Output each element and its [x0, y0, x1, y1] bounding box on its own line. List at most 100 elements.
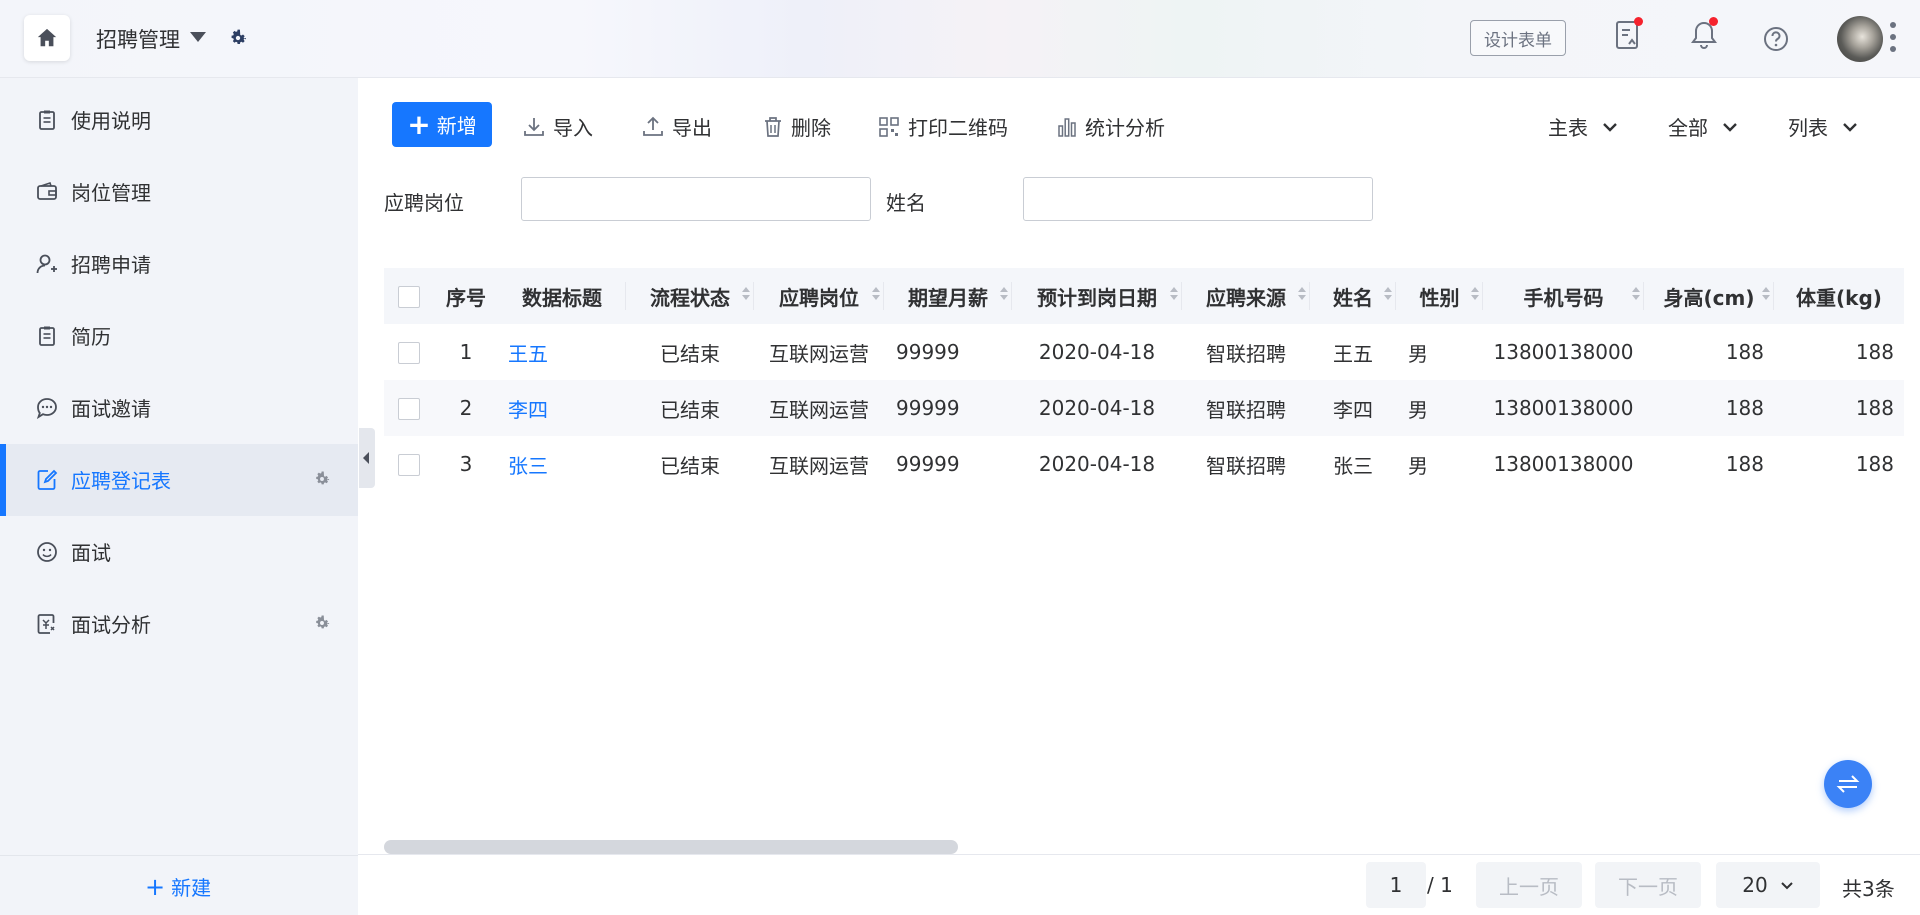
column-header[interactable]: 流程状态: [626, 268, 754, 324]
smile-icon: [37, 542, 57, 562]
column-header[interactable]: 期望月薪: [884, 268, 1012, 324]
cell-phone: 13800138000: [1493, 452, 1634, 476]
sort-icon[interactable]: [1298, 287, 1306, 303]
sort-icon[interactable]: [872, 287, 880, 303]
gear-icon[interactable]: [313, 614, 331, 632]
column-header[interactable]: 体重(kg): [1774, 268, 1904, 324]
cell-title-link[interactable]: 李四: [498, 380, 626, 436]
table-row[interactable]: 1 王五 已结束 互联网运营 99999 2020-04-18 智联招聘 王五 …: [384, 324, 1904, 380]
add-button[interactable]: + 新增: [392, 102, 492, 147]
next-page-button[interactable]: 下一页: [1595, 862, 1701, 908]
download-icon: [524, 117, 544, 136]
cell-weight: 188: [1855, 340, 1894, 364]
cell-title-link[interactable]: 张三: [498, 436, 626, 492]
cell-date: 2020-04-18: [1038, 452, 1156, 476]
column-header[interactable]: 姓名: [1310, 268, 1396, 324]
design-form-button[interactable]: 设计表单: [1470, 20, 1566, 56]
select-all-checkbox[interactable]: [398, 286, 420, 309]
cell-salary: 99999: [896, 340, 960, 364]
cell-source: 智联招聘: [1206, 453, 1286, 478]
stats-analysis-button[interactable]: 统计分析: [1057, 112, 1165, 141]
home-button[interactable]: [24, 15, 70, 61]
column-header[interactable]: 手机号码: [1483, 268, 1644, 324]
name-filter-input[interactable]: [1023, 177, 1373, 221]
row-checkbox[interactable]: [398, 342, 420, 365]
cell-position: 互联网运营: [769, 341, 869, 366]
cell-height: 188: [1725, 340, 1764, 364]
new-item-button[interactable]: + 新建: [145, 872, 211, 901]
print-qr-button[interactable]: 打印二维码: [878, 112, 1008, 141]
sidebar-item-instructions[interactable]: 使用说明: [0, 84, 358, 156]
swap-float-button[interactable]: [1824, 760, 1872, 808]
column-header[interactable]: 预计到岗日期: [1012, 268, 1182, 324]
current-page-input[interactable]: 1: [1366, 862, 1426, 908]
sidebar-item-interview-invite[interactable]: 面试邀请: [0, 372, 358, 444]
column-header[interactable]: 应聘来源: [1182, 268, 1310, 324]
chevron-down-icon: [1781, 881, 1793, 889]
sidebar-item-recruit-request[interactable]: 招聘申请: [0, 228, 358, 300]
position-filter-input[interactable]: [521, 177, 871, 221]
cell-gender: 男: [1408, 397, 1428, 422]
sort-icon[interactable]: [1762, 287, 1770, 303]
row-checkbox[interactable]: [398, 454, 420, 477]
sidebar-item-positions[interactable]: 岗位管理: [0, 156, 358, 228]
column-header[interactable]: 性别: [1396, 268, 1483, 324]
scope-dropdown[interactable]: 全部: [1668, 112, 1738, 141]
table-header-row: 序号 数据标题 流程状态 应聘岗位 期望月薪 预计到岗日期 应聘来源 姓名 性别…: [384, 268, 1904, 324]
wallet-icon: [37, 181, 57, 200]
more-menu-icon[interactable]: [1890, 22, 1896, 58]
delete-button[interactable]: 删除: [763, 112, 831, 141]
avatar[interactable]: [1837, 16, 1883, 62]
table-row[interactable]: 3 张三 已结束 互联网运营 99999 2020-04-18 智联招聘 张三 …: [384, 436, 1904, 492]
sort-icon[interactable]: [742, 287, 750, 303]
chat-icon: [36, 398, 57, 419]
export-button[interactable]: 导出: [642, 112, 712, 141]
help-icon[interactable]: [1763, 26, 1789, 52]
horizontal-scrollbar[interactable]: [384, 840, 958, 854]
sidebar-item-application-form[interactable]: 应聘登记表: [0, 444, 358, 516]
select-all-header: [384, 268, 434, 324]
sidebar-item-resume[interactable]: 简历: [0, 300, 358, 372]
column-header[interactable]: 身高(cm): [1644, 268, 1774, 324]
cell-date: 2020-04-18: [1038, 340, 1156, 364]
add-button-label: 新增: [436, 114, 477, 138]
upload-icon: [643, 116, 663, 136]
top-bar: 招聘管理 设计表单: [0, 0, 1920, 78]
app-title[interactable]: 招聘管理: [96, 24, 180, 54]
app-switch-caret-icon[interactable]: [190, 32, 206, 42]
chevron-down-icon: [1603, 122, 1617, 132]
edit-doc-icon: [37, 469, 58, 490]
column-header[interactable]: 数据标题: [498, 268, 626, 324]
name-filter-label: 姓名: [886, 191, 926, 215]
view-mode-dropdown[interactable]: 列表: [1788, 112, 1858, 141]
page-size-select[interactable]: 20: [1716, 862, 1820, 908]
cell-name: 王五: [1333, 341, 1373, 366]
data-table: 序号 数据标题 流程状态 应聘岗位 期望月薪 预计到岗日期 应聘来源 姓名 性别…: [384, 268, 1904, 838]
cell-date: 2020-04-18: [1038, 396, 1156, 420]
new-item-label: 新建: [171, 876, 212, 900]
prev-page-button[interactable]: 上一页: [1476, 862, 1582, 908]
import-button[interactable]: 导入: [523, 112, 593, 141]
sort-icon[interactable]: [1471, 287, 1479, 303]
sort-icon[interactable]: [1170, 287, 1178, 303]
notification-dot: [1634, 17, 1643, 26]
sidebar-item-interview-analysis[interactable]: 面试分析: [0, 588, 358, 660]
gear-icon[interactable]: [228, 28, 248, 48]
cell-salary: 99999: [896, 452, 960, 476]
column-header[interactable]: 应聘岗位: [754, 268, 884, 324]
sidebar-item-label: 应聘登记表: [71, 469, 171, 493]
sort-icon[interactable]: [1000, 287, 1008, 303]
main-table-dropdown[interactable]: 主表: [1548, 112, 1618, 141]
sort-icon[interactable]: [1632, 287, 1640, 303]
row-checkbox[interactable]: [398, 398, 420, 421]
cell-title-link[interactable]: 王五: [498, 324, 626, 380]
plus-icon: +: [145, 872, 166, 901]
gear-icon[interactable]: [313, 470, 331, 488]
sort-icon[interactable]: [1384, 287, 1392, 303]
column-header[interactable]: 序号: [434, 268, 498, 324]
sidebar-collapse-handle[interactable]: [359, 428, 375, 488]
table-row[interactable]: 2 李四 已结束 互联网运营 99999 2020-04-18 智联招聘 李四 …: [384, 380, 1904, 436]
cell-index: 3: [459, 452, 473, 476]
cell-status: 已结束: [660, 397, 720, 422]
sidebar-item-interview[interactable]: 面试: [0, 516, 358, 588]
